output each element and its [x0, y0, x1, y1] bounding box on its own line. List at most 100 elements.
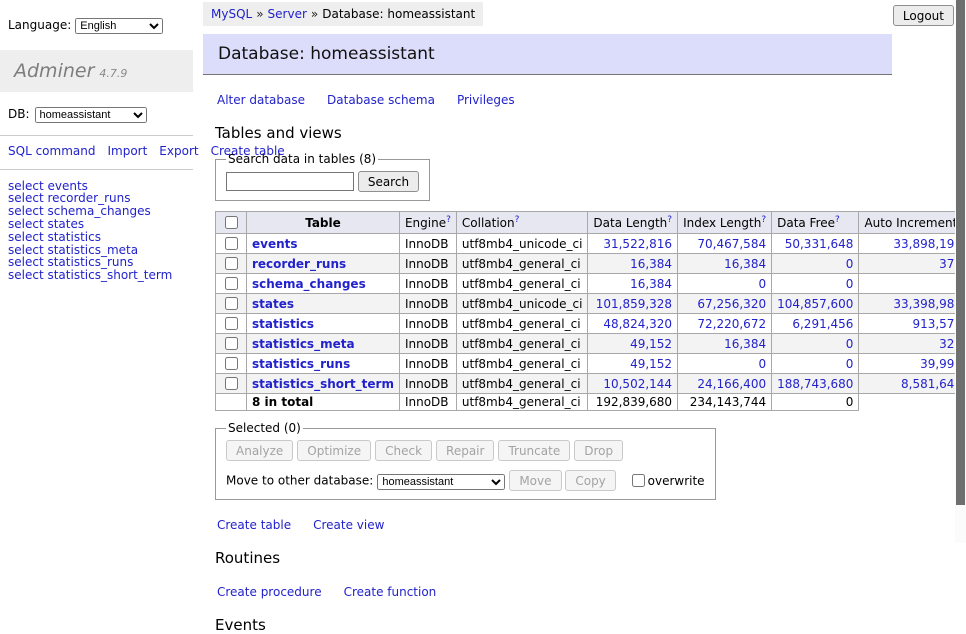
table-name-link[interactable]: states — [252, 297, 294, 311]
sidebar-table-links: select eventsselect recorder_runsselect … — [0, 170, 193, 292]
row-checkbox[interactable] — [225, 257, 238, 270]
table-name-link[interactable]: statistics — [252, 317, 314, 331]
drop-button[interactable]: Drop — [574, 440, 623, 461]
column-header-collation: Collation? — [456, 212, 588, 234]
analyze-button[interactable]: Analyze — [226, 440, 293, 461]
check-button[interactable]: Check — [375, 440, 432, 461]
row-checkbox[interactable] — [225, 317, 238, 330]
optimize-button[interactable]: Optimize — [297, 440, 371, 461]
index-length-link[interactable]: 72,220,672 — [697, 317, 766, 331]
breadcrumb-link-mysql[interactable]: MySQL — [211, 7, 252, 21]
data-length-link[interactable]: 48,824,320 — [603, 317, 672, 331]
table-name-link[interactable]: statistics_runs — [252, 357, 350, 371]
data-free-link[interactable]: 104,857,600 — [777, 297, 853, 311]
data-length-link[interactable]: 49,152 — [630, 337, 672, 351]
data-free-cell: 0 — [772, 394, 859, 411]
table-name-link[interactable]: schema_changes — [252, 277, 366, 291]
table-name-cell: statistics_short_term — [247, 374, 400, 394]
sidebar-select-statistics_short_term[interactable]: select statistics_short_term — [8, 269, 185, 282]
select-all-checkbox[interactable] — [225, 216, 238, 229]
collation-cell: utf8mb4_general_ci — [456, 354, 588, 374]
sidebar-link-export[interactable]: Export — [159, 144, 198, 158]
index-length-cell: 70,467,584 — [678, 234, 772, 254]
index-length-link[interactable]: 16,384 — [724, 337, 766, 351]
app-version: 4.7.9 — [99, 67, 127, 80]
auto-increment-link[interactable]: 33,398,984 — [893, 297, 962, 311]
data-length-link[interactable]: 31,522,816 — [603, 237, 672, 251]
link-database-schema[interactable]: Database schema — [327, 93, 435, 107]
auto-increment-cell: 33,898,196 — [859, 234, 966, 254]
logout-button[interactable]: Logout — [893, 5, 954, 26]
link-privileges[interactable]: Privileges — [457, 93, 515, 107]
index-length-link[interactable]: 24,166,400 — [697, 377, 766, 391]
column-help-link[interactable]: ? — [835, 215, 840, 225]
auto-increment-link[interactable]: 33,898,196 — [893, 237, 962, 251]
row-checkbox[interactable] — [225, 357, 238, 370]
index-length-link[interactable]: 67,256,320 — [697, 297, 766, 311]
data-free-link[interactable]: 6,291,456 — [792, 317, 853, 331]
data-free-link[interactable]: 0 — [846, 277, 854, 291]
index-length-link[interactable]: 0 — [758, 277, 766, 291]
overwrite-checkbox[interactable] — [632, 474, 645, 487]
row-select-cell — [216, 294, 247, 314]
data-length-link[interactable]: 49,152 — [630, 357, 672, 371]
data-free-cell: 0 — [772, 274, 859, 294]
sidebar-link-sql-command[interactable]: SQL command — [8, 144, 95, 158]
data-length-cell: 49,152 — [588, 354, 678, 374]
row-checkbox[interactable] — [225, 277, 238, 290]
index-length-cell: 67,256,320 — [678, 294, 772, 314]
sidebar-link-import[interactable]: Import — [107, 144, 147, 158]
table-name-link[interactable]: recorder_runs — [252, 257, 346, 271]
index-length-link[interactable]: 16,384 — [724, 257, 766, 271]
row-checkbox[interactable] — [225, 297, 238, 310]
collation-cell: utf8mb4_unicode_ci — [456, 234, 588, 254]
row-checkbox[interactable] — [225, 237, 238, 250]
truncate-button[interactable]: Truncate — [498, 440, 570, 461]
data-length-link[interactable]: 16,384 — [630, 277, 672, 291]
scrollbar-thumb[interactable] — [956, 0, 965, 505]
repair-button[interactable]: Repair — [436, 440, 494, 461]
link-create-procedure[interactable]: Create procedure — [217, 585, 322, 599]
row-select-cell — [216, 274, 247, 294]
search-button[interactable]: Search — [358, 171, 419, 192]
data-free-link[interactable]: 0 — [846, 337, 854, 351]
row-checkbox[interactable] — [225, 337, 238, 350]
move-db-select[interactable]: homeassistant — [377, 474, 505, 490]
copy-button[interactable]: Copy — [565, 470, 615, 491]
table-name-link[interactable]: statistics_meta — [252, 337, 355, 351]
row-checkbox[interactable] — [225, 377, 238, 390]
column-help-link[interactable]: ? — [761, 215, 766, 225]
move-button[interactable]: Move — [509, 470, 561, 491]
link-create-function[interactable]: Create function — [344, 585, 437, 599]
engine-cell: InnoDB — [399, 394, 456, 411]
data-length-link[interactable]: 16,384 — [630, 257, 672, 271]
table-name-link[interactable]: events — [252, 237, 298, 251]
data-length-link[interactable]: 101,859,328 — [596, 297, 672, 311]
index-length-link[interactable]: 0 — [758, 357, 766, 371]
data-free-link[interactable]: 50,331,648 — [785, 237, 854, 251]
auto-increment-link[interactable]: 8,581,645 — [901, 377, 962, 391]
index-length-link[interactable]: 70,467,584 — [697, 237, 766, 251]
link-create-table[interactable]: Create table — [217, 518, 291, 532]
sidebar-select-statistics[interactable]: select statistics — [8, 231, 185, 244]
search-input[interactable] — [226, 172, 354, 191]
table-name-link[interactable]: statistics_short_term — [252, 377, 394, 391]
data-free-link[interactable]: 0 — [846, 357, 854, 371]
column-help-link[interactable]: ? — [667, 215, 672, 225]
data-length-cell: 31,522,816 — [588, 234, 678, 254]
column-help-link[interactable]: ? — [446, 215, 451, 225]
link-create-view[interactable]: Create view — [313, 518, 384, 532]
data-free-link[interactable]: 188,743,680 — [777, 377, 853, 391]
link-alter-database[interactable]: Alter database — [217, 93, 305, 107]
breadcrumb-separator: » — [311, 7, 318, 21]
vertical-scrollbar[interactable] — [955, 0, 966, 543]
sidebar-select-states[interactable]: select states — [8, 218, 185, 231]
language-select[interactable]: English — [75, 18, 163, 34]
db-select[interactable]: homeassistant — [35, 107, 147, 123]
engine-cell: InnoDB — [399, 294, 456, 314]
breadcrumb-link-server[interactable]: Server — [268, 7, 307, 21]
column-help-link[interactable]: ? — [515, 215, 520, 225]
page-title: Database: homeassistant — [203, 34, 892, 75]
data-length-link[interactable]: 10,502,144 — [603, 377, 672, 391]
data-free-link[interactable]: 0 — [846, 257, 854, 271]
